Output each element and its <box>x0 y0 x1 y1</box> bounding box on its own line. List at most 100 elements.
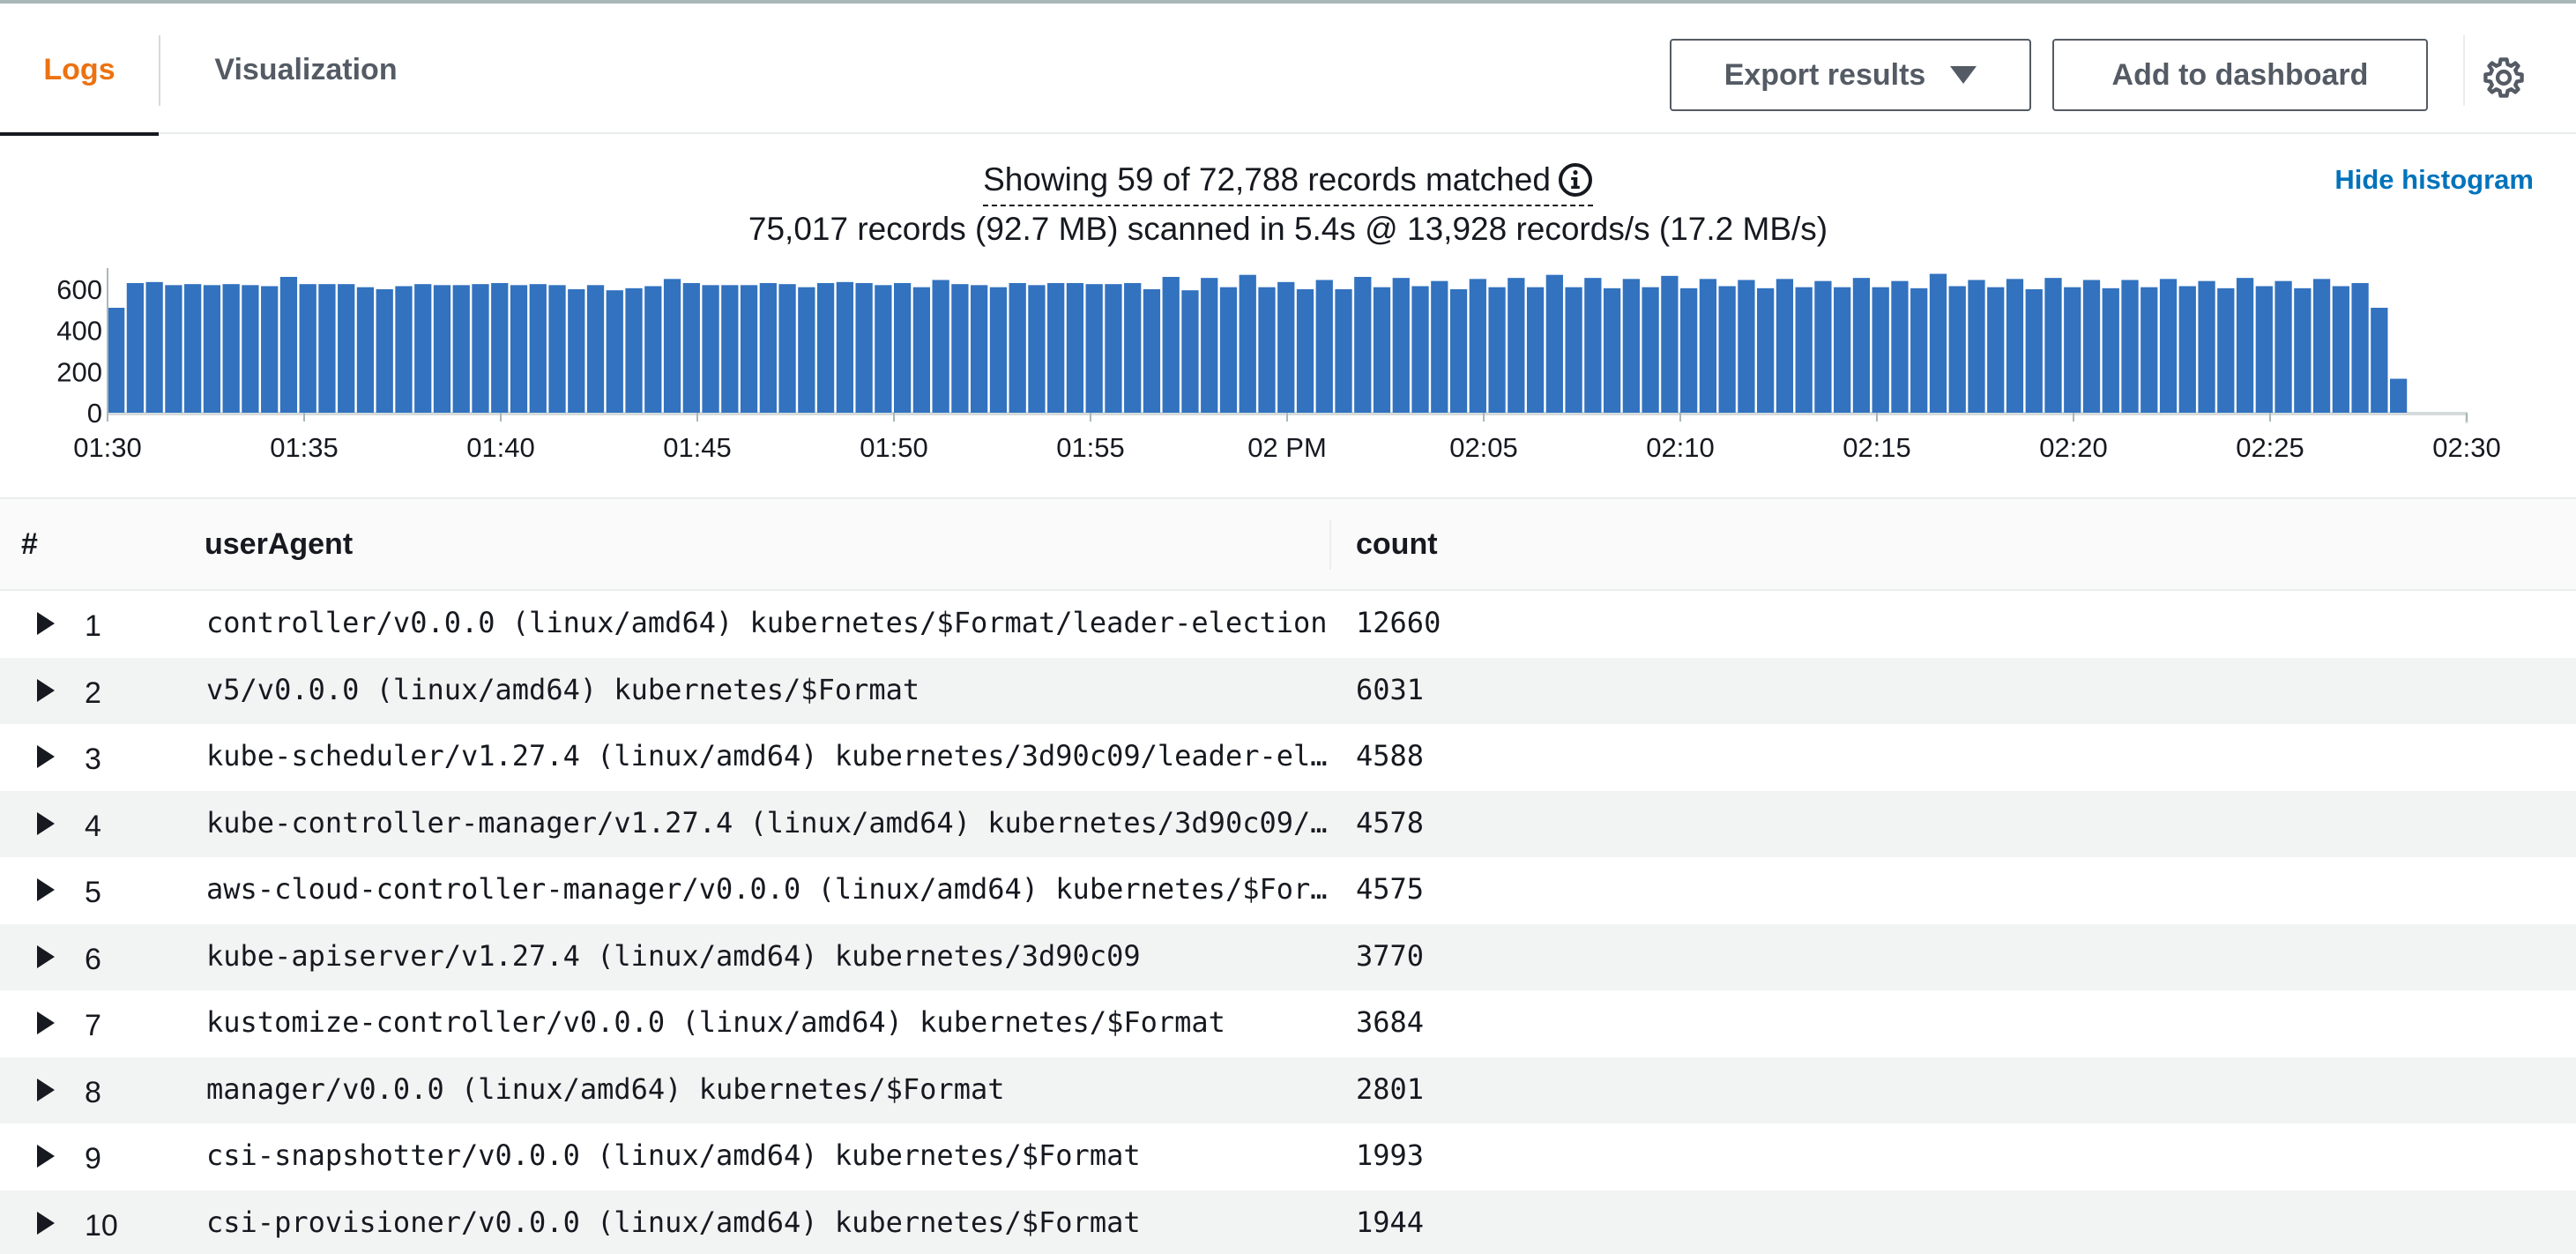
histogram-bar[interactable] <box>1738 280 1755 414</box>
histogram-bar[interactable] <box>1891 280 1909 413</box>
tab-logs[interactable]: Logs <box>0 4 159 136</box>
histogram-bar[interactable] <box>1431 280 1448 413</box>
histogram-bar[interactable] <box>798 287 815 413</box>
histogram-bar[interactable] <box>222 284 240 413</box>
histogram-bar[interactable] <box>2102 287 2119 413</box>
histogram-bar[interactable] <box>2332 286 2349 414</box>
histogram-bar[interactable] <box>1508 278 1525 413</box>
histogram-bar[interactable] <box>2121 280 2139 414</box>
column-header-count[interactable]: count <box>1356 499 1438 589</box>
histogram-bar[interactable] <box>1028 285 1046 413</box>
histogram-bar[interactable] <box>1354 277 1372 413</box>
histogram-bar[interactable] <box>1047 283 1065 413</box>
histogram-bar[interactable] <box>836 281 853 413</box>
histogram-bar[interactable] <box>1085 284 1103 413</box>
histogram-bar[interactable] <box>165 285 182 413</box>
hide-histogram-link[interactable]: Hide histogram <box>2334 164 2534 196</box>
histogram-bar[interactable] <box>318 284 336 413</box>
histogram-bar[interactable] <box>1776 279 1794 413</box>
histogram-bar[interactable] <box>625 287 643 413</box>
histogram-bar[interactable] <box>1009 283 1026 413</box>
histogram-bar[interactable] <box>529 284 547 413</box>
histogram-bar[interactable] <box>126 283 145 413</box>
histogram-bar[interactable] <box>1699 279 1717 413</box>
histogram-bar[interactable] <box>203 285 221 413</box>
histogram-bar[interactable] <box>740 285 758 413</box>
tab-visualization[interactable]: Visualization <box>160 4 451 136</box>
histogram-bar[interactable] <box>1603 287 1621 413</box>
histogram-bar[interactable] <box>279 277 298 413</box>
histogram-bar[interactable] <box>145 281 163 413</box>
histogram-bar[interactable] <box>433 285 451 413</box>
histogram-bar[interactable] <box>778 284 796 413</box>
histogram-bar[interactable] <box>682 283 700 413</box>
histogram-bar[interactable] <box>1968 280 1985 414</box>
histogram-bar[interactable] <box>1910 287 1928 413</box>
histogram-bar[interactable] <box>1661 275 1679 413</box>
histogram-bar[interactable] <box>971 285 988 413</box>
histogram-bar[interactable] <box>1852 278 1871 413</box>
histogram-bar[interactable] <box>299 284 316 413</box>
caret-right-icon[interactable] <box>37 811 55 835</box>
histogram-bar[interactable] <box>1680 287 1698 413</box>
histogram-bar[interactable] <box>606 290 623 413</box>
histogram-bar[interactable] <box>721 285 739 413</box>
histogram-bar[interactable] <box>2006 279 2024 413</box>
caret-right-icon[interactable] <box>37 1078 55 1101</box>
histogram-bar[interactable] <box>1335 289 1352 413</box>
histogram-bar[interactable] <box>1411 286 1429 414</box>
histogram-bar[interactable] <box>2159 279 2178 413</box>
records-matched-text[interactable]: Showing 59 of 72,788 records matched <box>983 159 1593 206</box>
histogram-bar[interactable] <box>586 285 605 413</box>
histogram-bar[interactable] <box>1929 273 1947 414</box>
caret-right-icon[interactable] <box>37 1211 55 1235</box>
histogram-bar[interactable] <box>2064 287 2081 413</box>
histogram-bar[interactable] <box>376 289 393 413</box>
histogram-bar[interactable] <box>1449 289 1468 413</box>
column-header-useragent[interactable]: userAgent <box>205 499 353 589</box>
histogram-bar[interactable] <box>1277 281 1295 413</box>
histogram-bar[interactable] <box>894 283 912 413</box>
caret-right-icon[interactable] <box>37 612 55 635</box>
histogram-bar[interactable] <box>1201 278 1218 413</box>
histogram-bar[interactable] <box>261 286 279 414</box>
caret-right-icon[interactable] <box>37 944 55 968</box>
histogram-bar[interactable] <box>2294 287 2312 413</box>
histogram-bar[interactable] <box>1584 278 1602 413</box>
histogram-bar[interactable] <box>1948 286 1966 414</box>
histogram-bar[interactable] <box>1219 287 1238 413</box>
histogram-bar[interactable] <box>1469 279 1486 413</box>
histogram-bar[interactable] <box>356 287 375 413</box>
histogram-bar[interactable] <box>1488 287 1506 413</box>
histogram-bar[interactable] <box>1987 287 2005 413</box>
histogram-bar[interactable] <box>2371 308 2388 413</box>
histogram-bar[interactable] <box>1392 278 1410 413</box>
histogram-bar[interactable] <box>1834 287 1851 413</box>
export-results-button[interactable]: Export results <box>1670 39 2031 111</box>
histogram-bar[interactable] <box>395 286 413 414</box>
histogram-bar[interactable] <box>2312 279 2331 413</box>
histogram-bar[interactable] <box>912 287 931 413</box>
histogram-bar[interactable] <box>548 285 566 413</box>
caret-right-icon[interactable] <box>37 678 55 702</box>
histogram-bar[interactable] <box>2025 289 2043 413</box>
histogram-bar[interactable] <box>2044 278 2062 413</box>
histogram-bar[interactable] <box>1315 280 1333 414</box>
histogram-bar[interactable] <box>2351 283 2369 413</box>
histogram-bar[interactable] <box>414 284 432 413</box>
histogram-bar[interactable] <box>452 285 470 413</box>
caret-right-icon[interactable] <box>37 1145 55 1168</box>
histogram-bar[interactable] <box>932 280 949 414</box>
histogram-bar[interactable] <box>1296 289 1314 413</box>
histogram-bar[interactable] <box>1565 287 1582 413</box>
histogram-bar[interactable] <box>1124 283 1142 413</box>
histogram-bar[interactable] <box>1105 284 1122 413</box>
histogram-bar[interactable] <box>644 286 662 414</box>
histogram-bar[interactable] <box>184 284 202 413</box>
histogram-bar[interactable] <box>108 308 125 413</box>
histogram-bar[interactable] <box>2217 287 2235 413</box>
histogram-bar[interactable] <box>472 284 489 413</box>
histogram-bar[interactable] <box>1162 277 1180 413</box>
column-resize-handle[interactable] <box>1329 520 1331 570</box>
caret-right-icon[interactable] <box>37 878 55 901</box>
